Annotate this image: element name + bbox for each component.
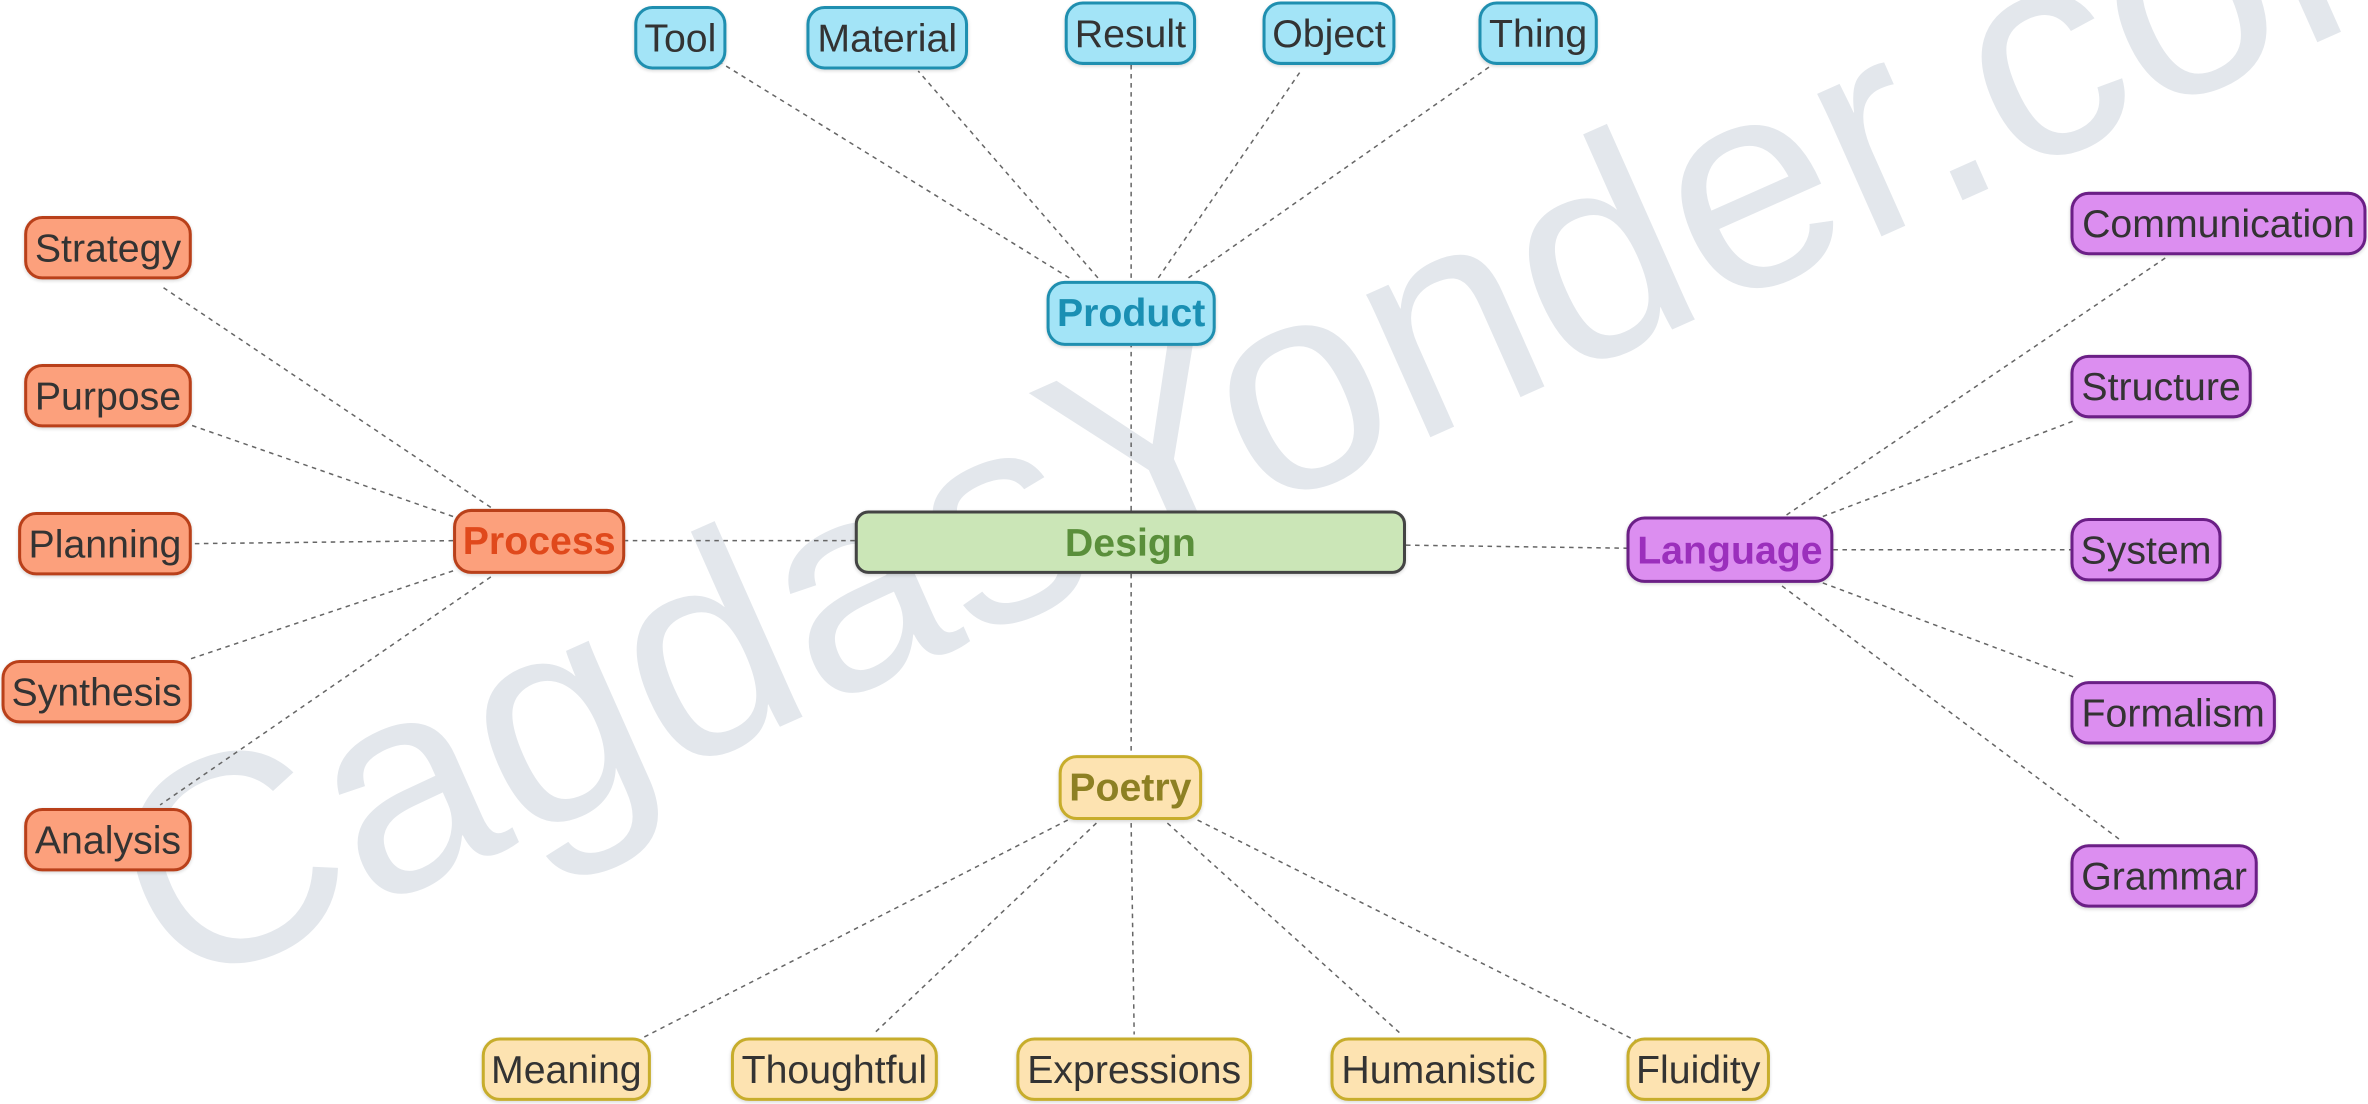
node-strategy[interactable]: Strategy: [24, 215, 192, 280]
edge-product-material: [917, 70, 1099, 279]
node-planning[interactable]: Planning: [18, 511, 192, 576]
node-expressions[interactable]: Expressions: [1016, 1037, 1252, 1101]
node-synthesis[interactable]: Synthesis: [1, 659, 192, 724]
edge-process-purpose: [188, 423, 454, 518]
node-meaning[interactable]: Meaning: [481, 1037, 651, 1101]
node-thing[interactable]: Thing: [1478, 1, 1598, 65]
edge-poetry-humanistic: [1166, 822, 1402, 1036]
edge-poetry-fluidity: [1197, 819, 1639, 1043]
edge-product-object: [1157, 69, 1303, 279]
node-analysis[interactable]: Analysis: [24, 807, 192, 872]
node-structure[interactable]: Structure: [2070, 354, 2252, 419]
node-process[interactable]: Process: [453, 508, 626, 574]
node-purpose[interactable]: Purpose: [24, 363, 192, 428]
node-system[interactable]: System: [2070, 517, 2222, 582]
edge-poetry-expressions: [1130, 823, 1135, 1035]
node-humanistic[interactable]: Humanistic: [1330, 1037, 1547, 1101]
edge-poetry-meaning: [639, 819, 1069, 1040]
node-fluidity[interactable]: Fluidity: [1626, 1037, 1770, 1101]
edge-process-analysis: [159, 576, 492, 806]
node-object[interactable]: Object: [1262, 1, 1396, 65]
node-poetry[interactable]: Poetry: [1058, 755, 1203, 821]
mind-map: CagdasYonder.com Design Product Tool Mat…: [0, 0, 2368, 1104]
node-design[interactable]: Design: [854, 510, 1406, 574]
edge-process-synthesis: [187, 570, 454, 661]
node-language[interactable]: Language: [1626, 516, 1834, 583]
edge-language-formalism: [1822, 582, 2077, 679]
node-result[interactable]: Result: [1064, 1, 1197, 65]
edge-language-structure: [1822, 419, 2077, 518]
node-thoughtful[interactable]: Thoughtful: [730, 1037, 938, 1101]
edge-design-language: [1405, 544, 1627, 549]
edge-process-planning: [191, 539, 454, 545]
edge-process-strategy: [159, 284, 492, 509]
edge-product-tool: [721, 62, 1070, 279]
node-formalism[interactable]: Formalism: [2070, 681, 2276, 745]
node-product[interactable]: Product: [1046, 280, 1216, 346]
edge-product-thing: [1188, 64, 1493, 279]
edge-poetry-thoughtful: [872, 822, 1097, 1036]
node-grammar[interactable]: Grammar: [2070, 844, 2258, 908]
node-material[interactable]: Material: [806, 6, 969, 70]
node-communication[interactable]: Communication: [2070, 191, 2367, 256]
node-tool[interactable]: Tool: [634, 6, 727, 70]
